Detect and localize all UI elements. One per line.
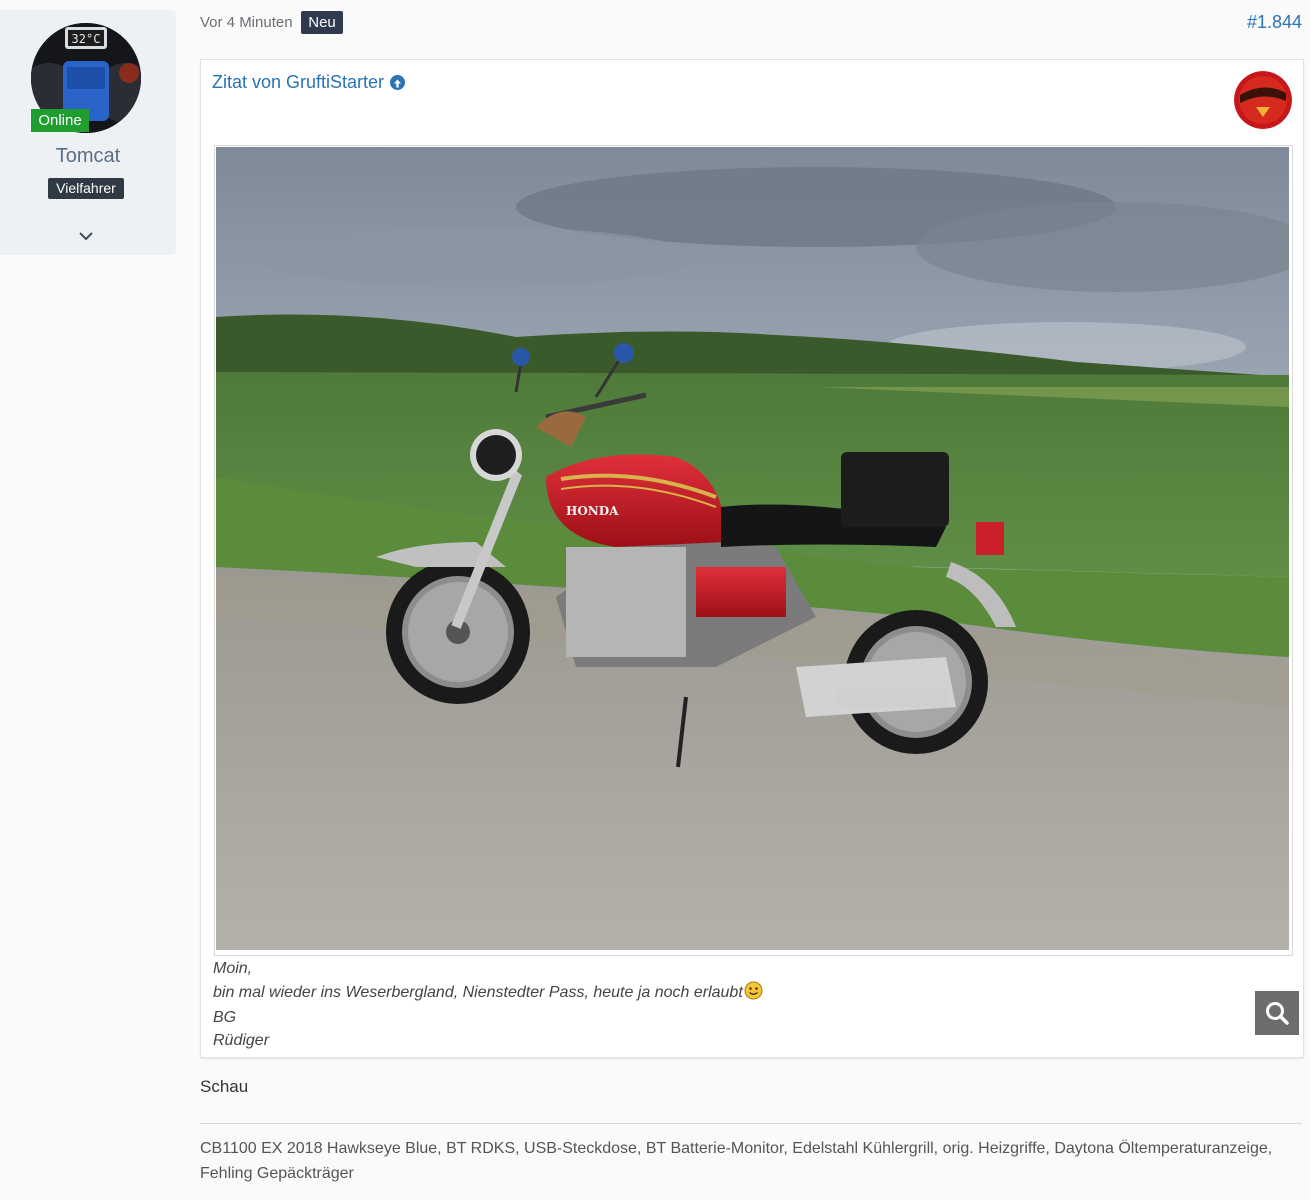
quote-source-link[interactable]: Zitat von GruftiStarter: [212, 72, 406, 93]
author-rank-badge: Vielfahrer: [48, 178, 124, 199]
post-message: Schau: [200, 1077, 249, 1096]
online-badge: Online: [31, 109, 89, 132]
author-sidebar: 32°C Online Tomcat Vielfahrer: [0, 10, 176, 255]
smiley-emoji-icon: [744, 981, 763, 1008]
user-signature: CB1100 EX 2018 Hawkseye Blue, BT RDKS, U…: [200, 1140, 1273, 1182]
post-time[interactable]: Vor 4 Minuten: [200, 14, 293, 31]
quote-line: Rüdiger: [213, 1031, 270, 1049]
svg-text:32°C: 32°C: [72, 32, 101, 46]
quoted-user-avatar[interactable]: [1234, 71, 1292, 129]
new-badge: Neu: [301, 11, 343, 34]
zoom-button[interactable]: [1255, 991, 1299, 1035]
quote-line: Moin,: [213, 960, 253, 977]
chevron-down-icon[interactable]: [78, 229, 94, 241]
quote-line-with-emoji: bin mal wieder ins Weserbergland, Nienst…: [213, 981, 763, 1008]
quoted-photo[interactable]: HONDA: [214, 145, 1299, 1035]
quote-title: Zitat von GruftiStarter: [212, 72, 385, 92]
quote-block: Zitat von GruftiStarter HONDA Moin, bin …: [200, 59, 1304, 1058]
magnifier-icon: [1266, 1002, 1289, 1025]
quote-text: Moin, bin mal wieder ins Weserbergland, …: [213, 958, 763, 1052]
post-number-link[interactable]: #1.844: [1247, 12, 1302, 33]
svg-text:HONDA: HONDA: [566, 504, 619, 518]
signature-divider: [200, 1123, 1302, 1124]
arrow-up-circle-icon: [390, 75, 406, 90]
author-username[interactable]: Tomcat: [0, 145, 176, 168]
quote-line: bin mal wieder ins Weserbergland, Nienst…: [213, 983, 743, 1001]
quote-line: BG: [213, 1009, 237, 1026]
